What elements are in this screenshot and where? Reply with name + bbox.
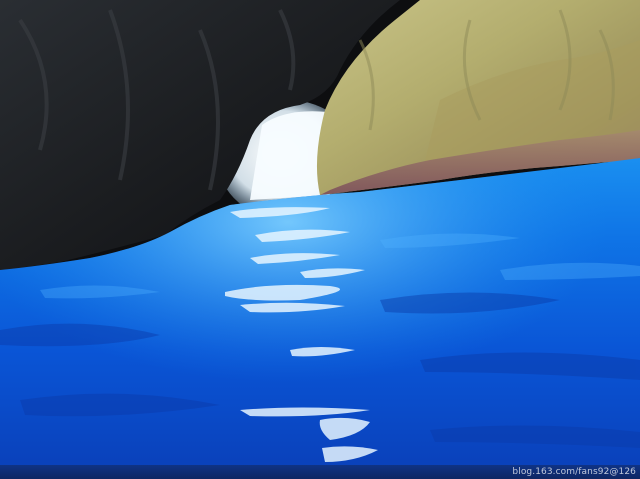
- watermark-text: blog.163.com/fans92@126: [512, 467, 636, 477]
- sea-cave-photo: blog.163.com/fans92@126: [0, 0, 640, 479]
- photo-illustration: [0, 0, 640, 479]
